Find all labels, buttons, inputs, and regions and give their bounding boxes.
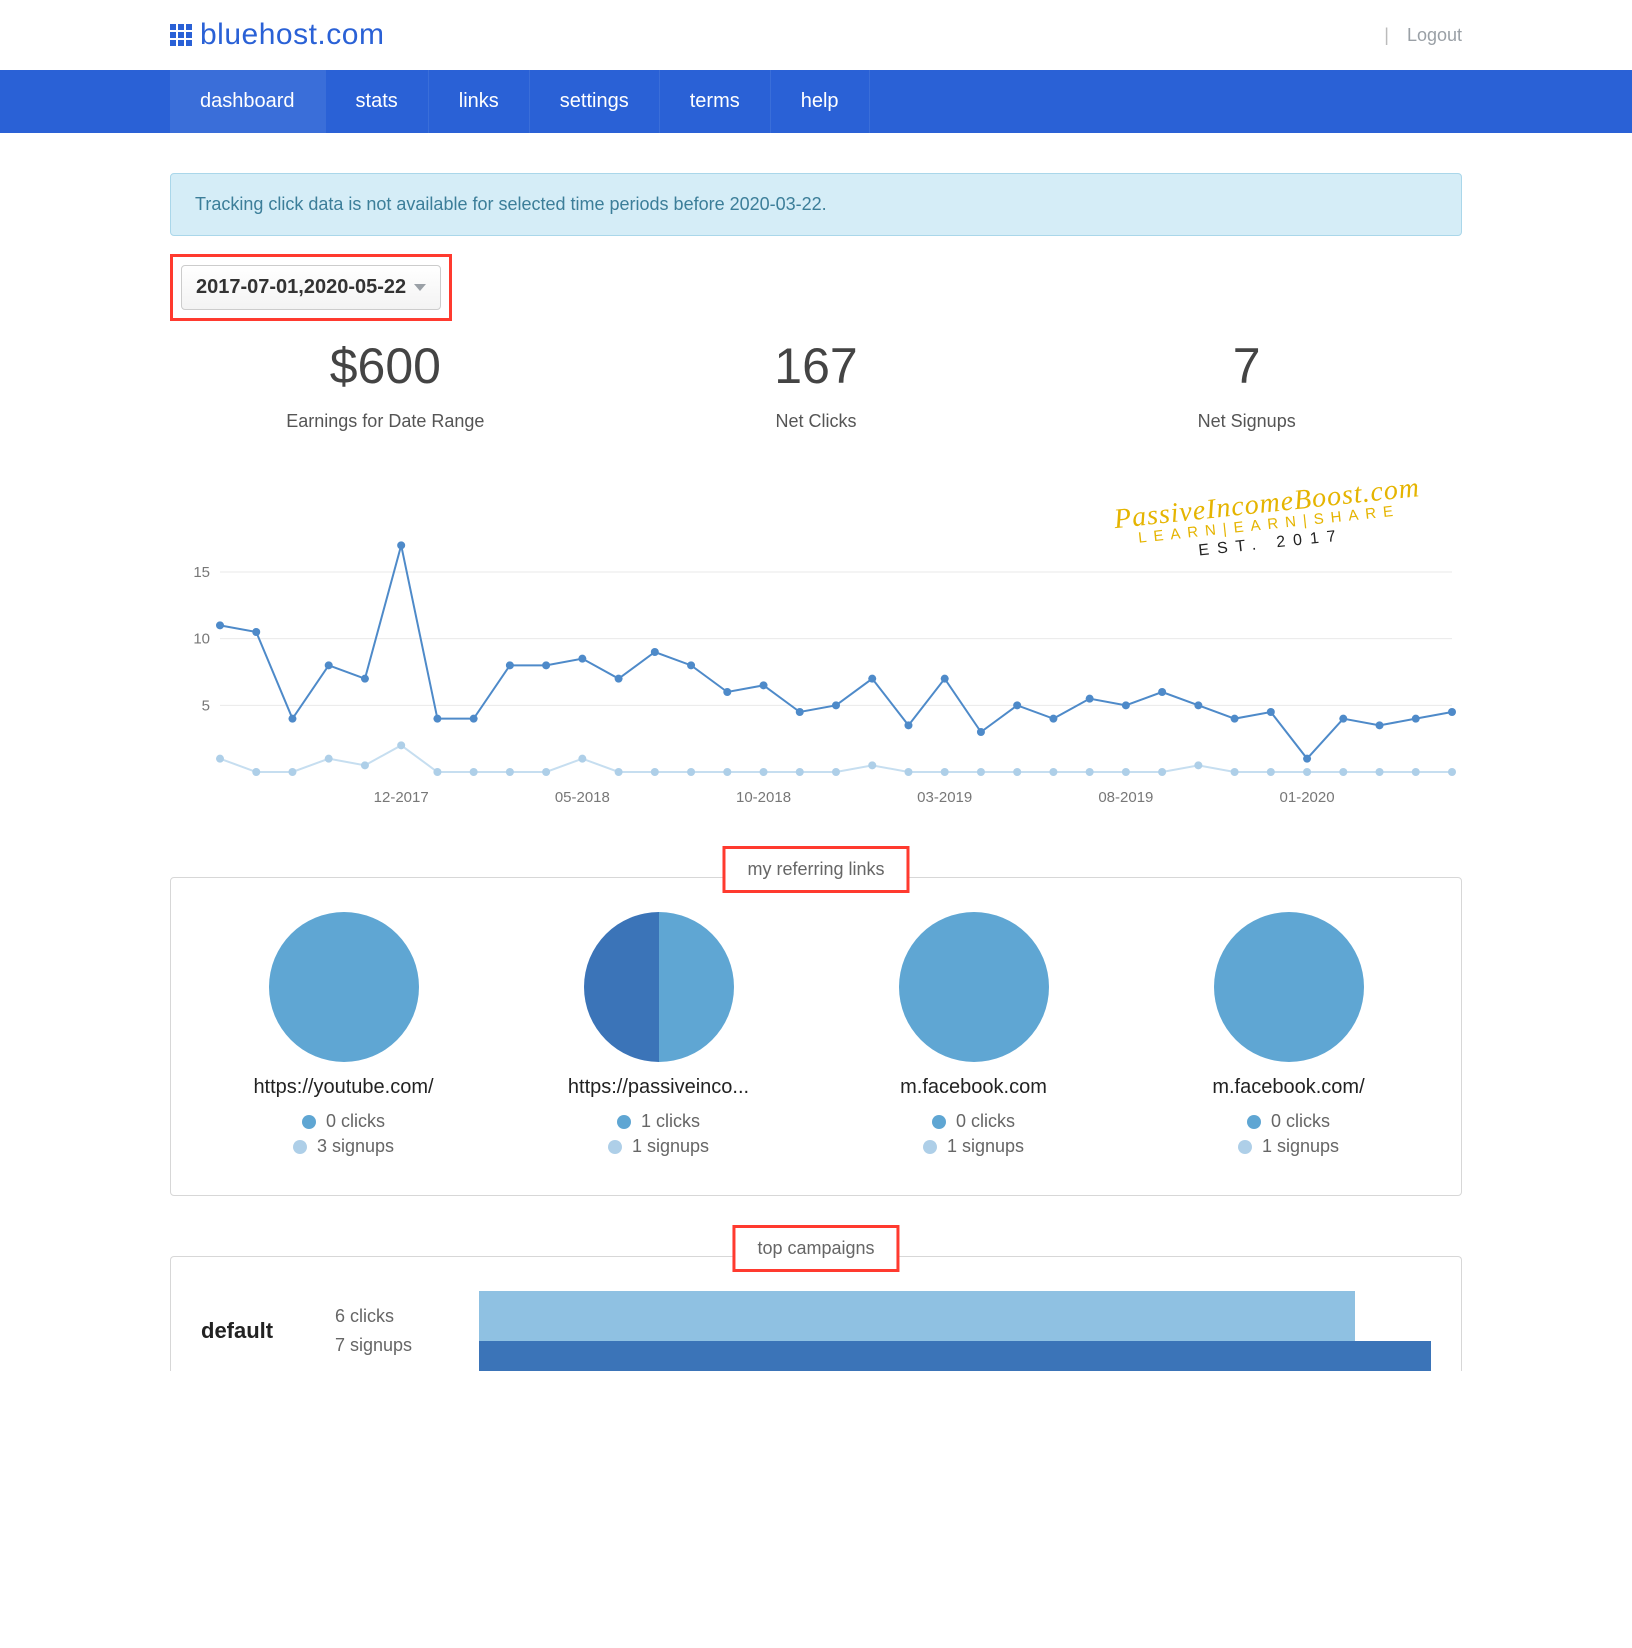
pie-icon [584,912,734,1062]
svg-text:10: 10 [193,631,210,648]
dot-signups-icon [608,1140,622,1154]
stat-signups-label: Net Signups [1031,411,1462,432]
nav-links[interactable]: links [429,70,530,133]
logout-link[interactable]: Logout [1407,25,1462,46]
svg-text:10-2018: 10-2018 [736,789,791,806]
referring-link-clicks: 0 clicks [1146,1111,1431,1132]
referring-link-url: m.facebook.com [831,1076,1116,1099]
dot-clicks-icon [617,1115,631,1129]
nav-settings[interactable]: settings [530,70,660,133]
stat-clicks: 167 Net Clicks [601,337,1032,432]
svg-text:12-2017: 12-2017 [374,789,429,806]
campaign-bars [479,1291,1431,1371]
svg-text:01-2020: 01-2020 [1280,789,1335,806]
nav-help[interactable]: help [771,70,870,133]
top-divider: | [1384,25,1389,46]
pie-icon [1214,912,1364,1062]
pie-icon [899,912,1049,1062]
referring-link-signups: 3 signups [201,1136,486,1157]
svg-text:08-2019: 08-2019 [1098,789,1153,806]
callout-date-range: 2017-07-01,2020-05-22 [170,254,452,321]
referring-link-clicks: 1 clicks [516,1111,801,1132]
svg-text:03-2019: 03-2019 [917,789,972,806]
referring-link-signups: 1 signups [831,1136,1116,1157]
pie-icon [269,912,419,1062]
campaign-stats: 6 clicks7 signups [335,1302,445,1360]
callout-top-campaigns: top campaigns [732,1225,899,1272]
stat-signups: 7 Net Signups [1031,337,1462,432]
stat-earnings-label: Earnings for Date Range [170,411,601,432]
referring-links-panel: my referring links https://youtube.com/0… [170,877,1462,1196]
referring-link-item[interactable]: m.facebook.com/0 clicks 1 signups [1146,912,1431,1161]
referring-link-url: https://youtube.com/ [201,1076,486,1099]
stat-clicks-label: Net Clicks [601,411,1032,432]
callout-referring-links: my referring links [722,846,909,893]
referring-link-url: m.facebook.com/ [1146,1076,1431,1099]
top-campaigns-panel: top campaigns default6 clicks7 signups [170,1256,1462,1371]
referring-link-url: https://passiveinco... [516,1076,801,1099]
main-nav: dashboard stats links settings terms hel… [0,70,1632,133]
dot-signups-icon [293,1140,307,1154]
stat-earnings: $600 Earnings for Date Range [170,337,601,432]
referring-link-clicks: 0 clicks [201,1111,486,1132]
stat-signups-value: 7 [1031,337,1462,395]
nav-terms[interactable]: terms [660,70,771,133]
referring-links-legend: my referring links [722,846,909,893]
nav-dashboard[interactable]: dashboard [170,70,326,133]
logo-grid-icon [170,24,192,46]
campaign-bar-clicks [479,1291,1355,1341]
date-range-selector[interactable]: 2017-07-01,2020-05-22 [181,265,441,310]
top-campaigns-title: top campaigns [757,1238,874,1258]
clicks-signups-chart: 5 10 15 12-2017 05-2018 10-2018 03-2019 08-2019… [170,522,1462,812]
info-notice: Tracking click data is not available for… [170,173,1462,236]
svg-text:15: 15 [193,564,210,581]
svg-text:5: 5 [202,697,210,714]
referring-links-title: my referring links [747,859,884,879]
dot-signups-icon [923,1140,937,1154]
stat-earnings-value: $600 [170,337,601,395]
dot-clicks-icon [1247,1115,1261,1129]
referring-link-signups: 1 signups [516,1136,801,1157]
referring-link-clicks: 0 clicks [831,1111,1116,1132]
campaign-row[interactable]: default 6 clicks7 signups [201,1291,1431,1371]
brand-logo[interactable]: bluehost.com [170,18,384,52]
date-range-value: 2017-07-01,2020-05-22 [196,276,406,299]
referring-link-item[interactable]: https://youtube.com/0 clicks 3 signups [201,912,486,1161]
stat-clicks-value: 167 [601,337,1032,395]
referring-link-item[interactable]: https://passiveinco... 1 clicks 1 signups [516,912,801,1161]
nav-stats[interactable]: stats [326,70,429,133]
dot-signups-icon [1238,1140,1252,1154]
campaign-bar-signups [479,1341,1431,1371]
top-campaigns-legend: top campaigns [732,1225,899,1272]
dot-clicks-icon [302,1115,316,1129]
svg-text:05-2018: 05-2018 [555,789,610,806]
brand-text: bluehost.com [200,18,384,52]
referring-link-signups: 1 signups [1146,1136,1431,1157]
referring-link-item[interactable]: m.facebook.com 0 clicks 1 signups [831,912,1116,1161]
dot-clicks-icon [932,1115,946,1129]
chevron-down-icon [414,284,426,291]
campaign-name: default [201,1318,301,1344]
